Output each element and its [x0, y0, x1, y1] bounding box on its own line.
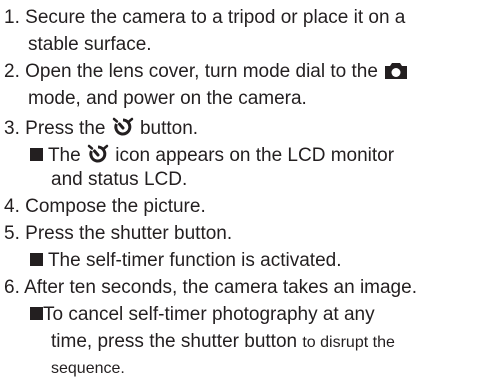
- step-2-continued: mode, and power on the camera.: [28, 88, 307, 110]
- step-6-note-line2-small: to disrupt the: [302, 334, 395, 351]
- step-1-text: Secure the camera to a tripod or place i…: [25, 7, 406, 28]
- step-2-text-line2: mode, and power on the camera.: [28, 88, 307, 109]
- step-number: 6.: [4, 277, 20, 298]
- self-timer-icon: [111, 115, 135, 143]
- step-6-text: After ten seconds, the camera takes an i…: [24, 277, 417, 298]
- step-5: 5. Press the shutter button.: [4, 223, 232, 245]
- step-6-note: To cancel self-timer photography at any: [30, 304, 375, 326]
- step-3-note-text-before: The: [47, 145, 81, 166]
- step-3-note-line2: and status LCD.: [51, 169, 188, 190]
- step-3-text-before: Press the: [25, 118, 106, 139]
- step-5-text: Press the shutter button.: [25, 223, 233, 244]
- step-number: 1.: [4, 7, 20, 28]
- step-6-note-line3: sequence.: [51, 360, 125, 377]
- step-3: 3. Press the button.: [4, 115, 198, 143]
- step-5-note-text: The self-timer function is activated.: [47, 250, 342, 271]
- step-6-note-line1: To cancel self-timer photography at any: [43, 304, 375, 325]
- step-3-note-continued: and status LCD.: [51, 169, 187, 191]
- step-6-note-continued: time, press the shutter button to disrup…: [51, 331, 395, 354]
- camera-mode-icon: [383, 62, 409, 86]
- step-1-continued: stable surface.: [28, 34, 152, 56]
- step-number: 2.: [4, 61, 20, 82]
- square-bullet-icon: [30, 307, 43, 320]
- step-1-text-line2: stable surface.: [28, 34, 152, 55]
- step-6-note-line3-container: sequence.: [51, 358, 125, 380]
- step-6: 6. After ten seconds, the camera takes a…: [4, 277, 417, 299]
- square-bullet-icon: [30, 148, 43, 161]
- step-4: 4. Compose the picture.: [4, 196, 206, 218]
- self-timer-icon: [86, 142, 110, 170]
- square-bullet-icon: [30, 253, 43, 266]
- step-1: 1. Secure the camera to a tripod or plac…: [4, 7, 405, 29]
- step-5-note: The self-timer function is activated.: [30, 250, 342, 272]
- step-number: 4.: [4, 196, 20, 217]
- step-3-note-text-after: icon appears on the LCD monitor: [115, 145, 395, 166]
- step-6-note-line2: time, press the shutter button: [51, 331, 298, 352]
- step-number: 3.: [4, 118, 20, 139]
- step-3-text-after: button.: [139, 118, 199, 139]
- step-2: 2. Open the lens cover, turn mode dial t…: [4, 61, 409, 86]
- step-4-text: Compose the picture.: [25, 196, 206, 217]
- step-2-text: Open the lens cover, turn mode dial to t…: [25, 61, 378, 82]
- step-number: 5.: [4, 223, 20, 244]
- step-3-note: The icon appears on the LCD monitor: [30, 142, 394, 170]
